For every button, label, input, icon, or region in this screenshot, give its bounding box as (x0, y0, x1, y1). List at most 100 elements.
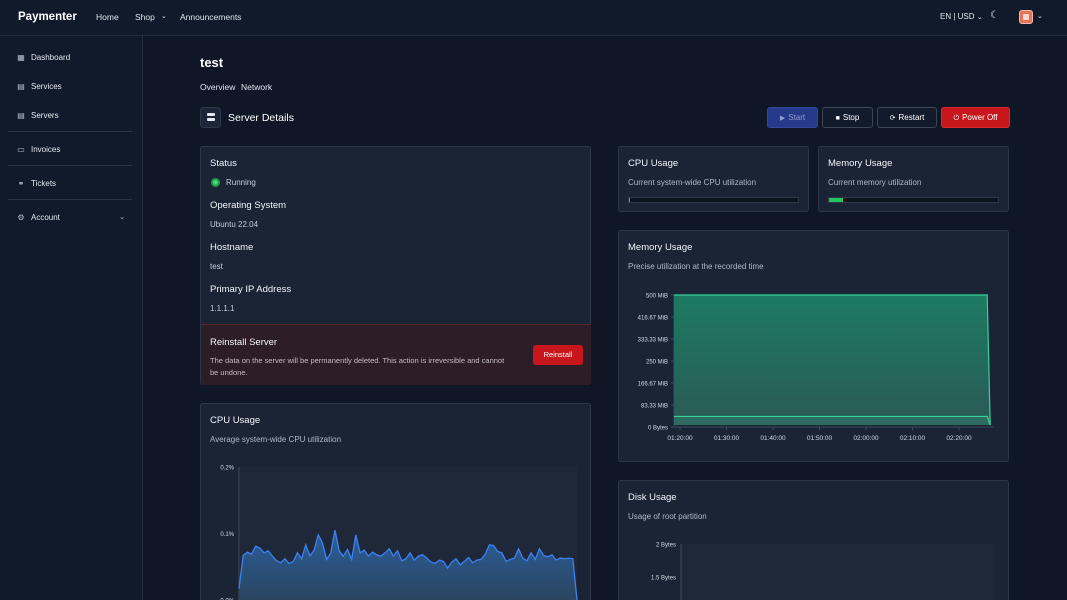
sidebar-item-label: Dashboard (31, 53, 71, 62)
chevron-down-icon[interactable]: ⌄ (1037, 12, 1043, 20)
play-icon: ▶ (779, 115, 786, 122)
tab-network[interactable]: Network (241, 82, 272, 92)
box-icon: ▤ (17, 82, 25, 91)
memory-area-series-1 (674, 295, 991, 425)
sidebar-item-dashboard[interactable]: ▦ Dashboard (16, 52, 131, 66)
cpu-chart: 0.2%0.1%0.0% (220, 466, 578, 600)
tab-overview[interactable]: Overview (200, 82, 235, 92)
chevron-down-icon[interactable]: ⌄ (161, 12, 167, 20)
restart-button[interactable]: ⟳ Restart (877, 107, 937, 128)
reinstall-button[interactable]: Reinstall (533, 345, 583, 365)
cpu-card-subtitle: Current system-wide CPU utilization (628, 178, 757, 187)
y-tick-label: 500 MiB (646, 294, 668, 300)
sidebar-item-servers[interactable]: ▤ Servers (16, 110, 131, 124)
x-tick-label: 01:30:00 (714, 435, 740, 442)
start-label: Start (788, 113, 806, 122)
memory-area-series-2 (674, 416, 991, 425)
gear-icon: ⚙ (17, 213, 25, 222)
start-button[interactable]: ▶ Start (767, 107, 818, 128)
sidebar-item-invoices[interactable]: ▭ Invoices (16, 144, 131, 158)
x-tick-label: 01:50:00 (807, 435, 833, 442)
x-tick-label: 01:40:00 (760, 435, 786, 442)
memory-chart: 500 MiB 416.67 MiB 333.33 MiB 250 MiB 166.67… (638, 294, 994, 442)
plot-area (681, 544, 995, 600)
refresh-icon: ⟳ (889, 115, 896, 122)
status-value: Running (226, 178, 256, 187)
y-tick-label: 166.67 MiB (638, 381, 668, 387)
y-tick-label: 333.33 MiB (638, 338, 668, 344)
cpu-progress-fill (629, 198, 630, 202)
sidebar-item-account[interactable]: ⚙ Account ⌄ (16, 212, 131, 226)
headset-icon: ⚭ (17, 179, 25, 188)
sidebar-item-label: Tickets (31, 179, 57, 188)
locale-label: EN | USD (940, 12, 975, 21)
sidebar-item-label: Services (31, 82, 62, 91)
y-tick-label: 0 Bytes (648, 426, 668, 432)
chevron-down-icon: ⌄ (119, 214, 125, 221)
disk-chart: 2 Bytes 1.5 Bytes (651, 543, 995, 600)
x-tick-label: 02:20:00 (946, 435, 972, 442)
sidebar-divider (8, 131, 132, 132)
brand-logo[interactable]: Paymenter (18, 11, 77, 23)
chevron-down-icon: ⌄ (976, 14, 983, 21)
server-icon: ▤ (17, 111, 25, 120)
locale-selector[interactable]: EN | USD ⌄ (940, 12, 983, 21)
reinstall-description: The data on the server will be permanent… (210, 356, 505, 377)
nav-announcements[interactable]: Announcements (180, 12, 241, 22)
reinstall-panel: Reinstall Server The data on the server … (201, 324, 591, 385)
sidebar: ▦ Dashboard ▤ Services ▤ Servers ▭ Invoi… (0, 36, 143, 600)
os-value: Ubuntu 22.04 (210, 220, 259, 229)
stop-button[interactable]: ■ Stop (822, 107, 873, 128)
os-label: Operating System (210, 200, 287, 211)
stop-label: Stop (842, 113, 860, 122)
top-navbar: Paymenter Home Shop ⌄ Announcements EN |… (0, 0, 1067, 36)
y-tick-label: 2 Bytes (656, 543, 676, 549)
x-tick-label: 02:00:00 (853, 435, 879, 442)
moon-icon[interactable]: ☾ (990, 10, 1002, 24)
x-tick-label: 01:20:00 (667, 435, 693, 442)
sidebar-item-label: Account (31, 213, 60, 222)
section-title: Server Details (228, 112, 294, 124)
server-details-card: Status Running Operating System Ubuntu 2… (200, 146, 591, 385)
status-dot-icon (211, 178, 220, 187)
sidebar-item-label: Invoices (31, 145, 61, 154)
memory-card-title: Memory Usage (828, 158, 893, 169)
x-tick-label: 02:10:00 (900, 435, 926, 442)
y-tick-label: 416.67 MiB (638, 315, 668, 321)
y-tick-label: 0.1% (220, 532, 234, 538)
grid-icon: ▦ (17, 53, 25, 62)
memory-usage-card: Memory Usage Current memory utilization (818, 146, 1009, 212)
memory-card-subtitle: Current memory utilization (828, 178, 922, 187)
status-label: Status (210, 158, 237, 169)
reinstall-title: Reinstall Server (210, 337, 278, 348)
memory-progress-bar (828, 197, 999, 203)
cpu-card-title: CPU Usage (628, 158, 679, 169)
page-title: test (200, 55, 224, 70)
sidebar-divider (8, 199, 132, 200)
y-tick-label: 1.5 Bytes (651, 576, 676, 582)
power-off-label: Power Off (962, 113, 998, 122)
nav-home[interactable]: Home (96, 12, 119, 22)
cpu-progress-bar (628, 197, 799, 203)
ip-value: 1.1.1.1 (210, 304, 235, 313)
y-tick-label: 250 MiB (646, 360, 668, 366)
server-icon (200, 107, 221, 128)
y-tick-label: 0.2% (220, 466, 234, 472)
y-tick-label: 83.33 MiB (641, 404, 668, 410)
memory-progress-fill (829, 198, 843, 202)
sidebar-item-services[interactable]: ▤ Services (16, 81, 131, 95)
disk-chart-card: Disk Usage Usage of root partition 2 Byt… (618, 480, 1009, 600)
ip-label: Primary IP Address (210, 284, 292, 295)
power-off-button[interactable]: ⏻ Power Off (941, 107, 1010, 128)
sidebar-item-tickets[interactable]: ⚭ Tickets (16, 178, 131, 192)
restart-label: Restart (898, 113, 925, 122)
hostname-label: Hostname (210, 242, 254, 253)
sidebar-divider (8, 165, 132, 166)
hostname-value: test (210, 262, 223, 271)
invoice-icon: ▭ (17, 145, 25, 154)
sidebar-item-label: Servers (31, 111, 59, 120)
avatar[interactable] (1019, 10, 1033, 24)
stop-icon: ■ (835, 115, 840, 122)
cpu-usage-card: CPU Usage Current system-wide CPU utiliz… (618, 146, 809, 212)
nav-shop[interactable]: Shop (135, 12, 155, 22)
